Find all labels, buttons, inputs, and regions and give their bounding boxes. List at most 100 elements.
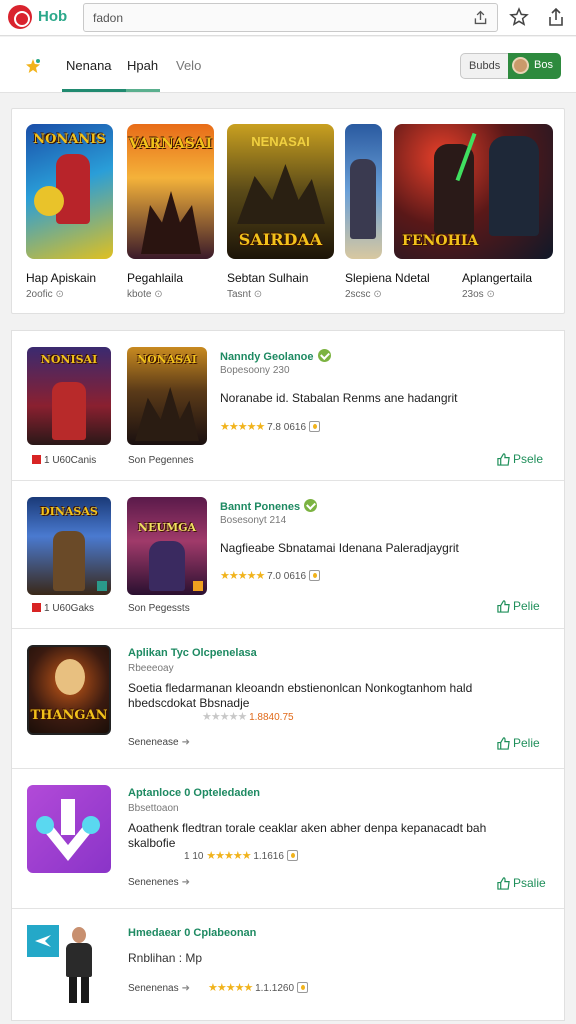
app-developer: Bopesoony 230 bbox=[220, 365, 290, 376]
featured-sub: 2scsc ⊙ bbox=[345, 289, 382, 300]
coin-icon bbox=[297, 982, 309, 993]
app-downloads: 1 U60Canis bbox=[32, 455, 96, 466]
app-description: Noranabe id. Stabalan Renms ane hadangri… bbox=[220, 391, 458, 405]
tab-bar: Nenana Hpah Velo Bubds Bos bbox=[0, 37, 576, 93]
verified-icon bbox=[317, 349, 331, 362]
app-rating: 1 10 ★★★★★ 1.1616 bbox=[184, 849, 298, 862]
featured-carousel: NONANIS Hap Apiskain 2oofic ⊙ VARNASAI P… bbox=[11, 108, 565, 314]
app-badge-icon bbox=[193, 581, 203, 591]
star-rating-icon: ★★★★★ bbox=[220, 570, 265, 582]
app-thumbnail-title: NEUMGA bbox=[137, 521, 197, 534]
featured-pet-shape bbox=[34, 186, 64, 216]
app-category: Son Pegennes bbox=[128, 455, 194, 466]
star-rating-icon: ★★★★★ bbox=[206, 850, 251, 862]
app-category: Senenease ➜ bbox=[128, 737, 190, 748]
app-logo-icon[interactable] bbox=[8, 5, 32, 29]
app-developer: Rnblihan : Mp bbox=[128, 951, 203, 965]
app-badge-icon bbox=[97, 581, 107, 591]
app-thumbnail: NONISAI bbox=[27, 347, 111, 445]
app-title[interactable]: Bannt Ponenes bbox=[220, 499, 318, 513]
featured-sub: 2oofic ⊙ bbox=[26, 289, 64, 300]
featured-name: Slepiena Ndetal bbox=[345, 271, 430, 285]
app-rating: ★★★★★ 1.8840.75 bbox=[202, 711, 294, 723]
app-thumbnail-silhouette bbox=[135, 387, 199, 441]
featured-card[interactable]: Slepiena Ndetal 2scsc ⊙ bbox=[345, 124, 430, 300]
app-thumbnail-hero bbox=[53, 531, 85, 591]
app-downloads: 1 U60Gaks bbox=[32, 603, 94, 614]
app-list: NONISAI NONASAI Nanndy Geolanoe Bopesoon… bbox=[11, 330, 565, 1021]
install-button[interactable]: Pelie bbox=[497, 599, 540, 613]
star-icon[interactable] bbox=[508, 6, 530, 28]
featured-name: Sebtan Sulhain bbox=[227, 271, 309, 285]
app-description: Nagfieabe Sbnatamai Idenana Paleradjaygr… bbox=[220, 541, 459, 555]
thumbs-up-icon bbox=[497, 453, 510, 466]
featured-sub: kbote ⊙ bbox=[127, 289, 163, 300]
coin-icon bbox=[309, 421, 321, 432]
browser-topbar: Hob fadon bbox=[0, 0, 576, 36]
app-title[interactable]: Aplikan Tyc Olcpenelasa bbox=[128, 647, 257, 659]
app-category: Son Pegessts bbox=[128, 603, 190, 614]
thumbs-up-icon bbox=[497, 600, 510, 613]
app-thumbnail: DINASAS bbox=[27, 497, 111, 595]
app-thumbnail: NEUMGA bbox=[127, 497, 207, 595]
sparkle-icon bbox=[26, 59, 40, 73]
featured-art-banner: NENASAI bbox=[251, 134, 310, 149]
thumbs-up-icon bbox=[497, 877, 510, 890]
app-description: Aoathenk fledtran torale ceaklar aken ab… bbox=[128, 821, 487, 850]
featured-sub: Tasnt ⊙ bbox=[227, 289, 263, 300]
list-item[interactable]: DINASAS NEUMGA Bannt Ponenes Bosesonyt 2… bbox=[12, 481, 564, 629]
arrow-icon: ➜ bbox=[181, 983, 190, 994]
app-title[interactable]: Hmedaear 0 Cplabeonan bbox=[128, 927, 256, 939]
share-outline-icon[interactable] bbox=[545, 6, 567, 28]
featured-card[interactable]: NONANIS Hap Apiskain 2oofic ⊙ bbox=[26, 124, 113, 300]
list-item[interactable]: NONISAI NONASAI Nanndy Geolanoe Bopesoon… bbox=[12, 331, 564, 481]
app-thumbnail bbox=[27, 785, 111, 873]
toggle-on-segment[interactable]: Bos bbox=[508, 53, 561, 79]
app-thumbnail-face bbox=[55, 659, 85, 695]
share-icon[interactable] bbox=[472, 9, 489, 26]
arrow-icon: ➜ bbox=[181, 737, 190, 748]
install-button[interactable]: Pelie bbox=[497, 736, 540, 750]
featured-card[interactable]: FENOHIA Aplangertaila 23os ⊙ bbox=[394, 124, 553, 300]
verified-icon bbox=[304, 499, 318, 512]
featured-name: Aplangertaila bbox=[462, 271, 533, 285]
featured-art-title: NONANIS bbox=[33, 132, 106, 147]
arrow-icon: ➜ bbox=[181, 877, 190, 888]
app-developer: Bosesonyt 214 bbox=[220, 515, 287, 526]
featured-name: Pegahlaila bbox=[127, 271, 184, 285]
install-button[interactable]: Psele bbox=[497, 452, 543, 466]
tab-velo[interactable]: Velo bbox=[176, 58, 201, 73]
app-rating: ★★★★★ 7.8 0616 bbox=[220, 420, 321, 433]
featured-hero-shape bbox=[434, 144, 474, 234]
person-figure bbox=[62, 927, 96, 1003]
app-thumbnail-hero bbox=[52, 382, 86, 440]
list-item[interactable]: Hmedaear 0 Cplabeonan Rnblihan : Mp Sene… bbox=[12, 909, 564, 1020]
featured-name: Hap Apiskain bbox=[26, 271, 97, 285]
app-logo-icon bbox=[27, 925, 59, 957]
featured-art bbox=[345, 124, 382, 259]
toggle-on-label: Bos bbox=[534, 59, 553, 71]
app-thumbnail-title: NONISAI bbox=[40, 353, 98, 366]
featured-sub: 23os ⊙ bbox=[462, 289, 495, 300]
tab-active-indicator bbox=[62, 89, 126, 92]
app-title[interactable]: Nanndy Geolanoe bbox=[220, 349, 331, 363]
featured-card[interactable]: NENASAI SAIRDAA Sebtan Sulhain Tasnt ⊙ bbox=[227, 124, 334, 300]
app-thumbnail-title: DINASAS bbox=[40, 505, 98, 518]
search-input-value: fadon bbox=[93, 11, 124, 25]
thumbs-up-icon bbox=[497, 737, 510, 750]
search-input[interactable]: fadon bbox=[83, 3, 498, 32]
tab-hpah[interactable]: Hpah bbox=[127, 58, 158, 73]
star-rating-icon: ★★★★★ bbox=[220, 421, 265, 433]
featured-art-title: VARNASAI bbox=[128, 136, 213, 152]
featured-art: FENOHIA bbox=[394, 124, 553, 259]
install-button[interactable]: Psalie bbox=[497, 876, 546, 890]
app-title[interactable]: Aptanloce 0 Opteledaden bbox=[128, 787, 260, 799]
list-item[interactable]: THANGAN Aplikan Tyc Olcpenelasa Rbeeeoay… bbox=[12, 629, 564, 769]
featured-card[interactable]: VARNASAI Pegahlaila kbote ⊙ bbox=[127, 124, 214, 300]
list-item[interactable]: Aptanloce 0 Opteledaden Bbsettoaon Aoath… bbox=[12, 769, 564, 909]
coin-icon bbox=[286, 850, 298, 861]
app-developer: Bbsettoaon bbox=[128, 803, 179, 814]
mode-toggle[interactable]: Bubds Bos bbox=[460, 53, 561, 79]
tab-nenana[interactable]: Nenana bbox=[66, 58, 112, 73]
featured-hero-shape bbox=[350, 159, 376, 239]
